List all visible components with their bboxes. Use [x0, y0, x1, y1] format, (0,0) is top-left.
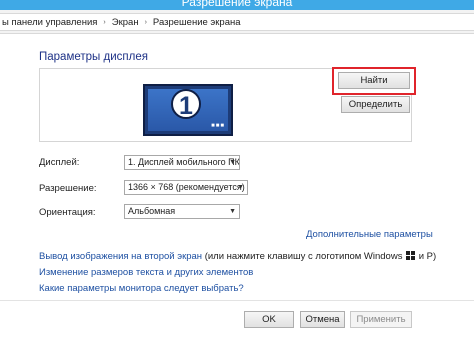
resolution-label: Разрешение:: [39, 183, 97, 194]
breadcrumb-item-screen[interactable]: Экран: [110, 17, 141, 28]
second-screen-hint: (или нажмите клавишу с логотипом Windows: [202, 251, 406, 262]
resolution-select[interactable]: 1366 × 768 (рекомендуется) ▼: [124, 180, 248, 195]
apply-button[interactable]: Применить: [350, 311, 412, 328]
chevron-down-icon: ▼: [229, 208, 236, 215]
monitor-number: 1: [171, 89, 201, 120]
advanced-settings-link[interactable]: Дополнительные параметры: [306, 229, 433, 240]
window-title: Разрешение экрана: [181, 0, 293, 9]
chevron-down-icon: ▼: [237, 184, 244, 191]
display-label: Дисплей:: [39, 157, 80, 168]
footer-divider: [0, 300, 474, 301]
monitor-help-link[interactable]: Какие параметры монитора следует выбрать…: [39, 283, 244, 294]
breadcrumb[interactable]: ы панели управления › Экран › Разрешение…: [0, 13, 474, 31]
page-title: Параметры дисплея: [39, 51, 148, 63]
second-screen-line: Вывод изображения на второй экран (или н…: [39, 251, 436, 262]
display-select[interactable]: 1. Дисплей мобильного ПК ▼: [124, 155, 240, 170]
windows-logo-icon: [406, 251, 416, 260]
cancel-button[interactable]: Отмена: [300, 311, 345, 328]
resolution-select-value: 1366 × 768 (рекомендуется): [128, 182, 245, 192]
chevron-down-icon: ▼: [229, 159, 236, 166]
monitor-indicator-dots: ■■■: [211, 123, 225, 129]
breadcrumb-separator-icon[interactable]: ›: [141, 19, 151, 26]
text-size-link[interactable]: Изменение размеров текста и других элеме…: [39, 267, 253, 278]
orientation-select-value: Альбомная: [128, 206, 176, 216]
orientation-select[interactable]: Альбомная ▼: [124, 204, 240, 219]
breadcrumb-item-control-panel[interactable]: ы панели управления: [0, 17, 99, 28]
second-screen-hint-end: и P): [416, 251, 437, 262]
title-bar: Разрешение экрана: [0, 0, 474, 10]
ok-button[interactable]: OK: [244, 311, 294, 328]
identify-button[interactable]: Определить: [341, 96, 410, 113]
breadcrumb-separator-icon[interactable]: ›: [99, 19, 109, 26]
address-bar: ы панели управления › Экран › Разрешение…: [0, 10, 474, 34]
orientation-label: Ориентация:: [39, 207, 96, 218]
second-screen-link[interactable]: Вывод изображения на второй экран: [39, 251, 202, 262]
find-button[interactable]: Найти: [338, 72, 410, 89]
monitor-1-icon[interactable]: 1 ■■■: [143, 84, 233, 136]
display-select-value: 1. Дисплей мобильного ПК: [128, 157, 240, 167]
breadcrumb-item-resolution[interactable]: Разрешение экрана: [151, 17, 243, 28]
